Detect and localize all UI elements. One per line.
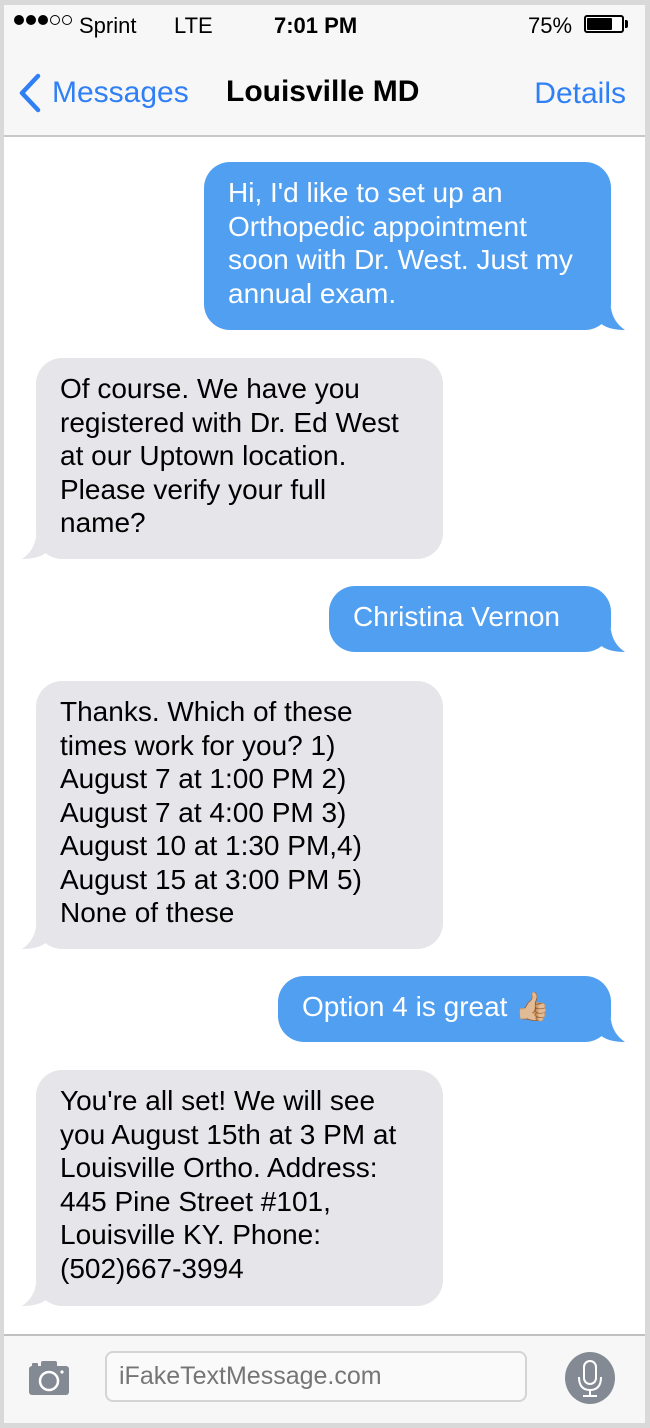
microphone-icon[interactable] <box>564 1351 616 1405</box>
message-text: Option 4 is great 👍🏼 <box>302 991 551 1022</box>
message-list: Hi, I'd like to set up an Orthopedic app… <box>4 137 645 1333</box>
bubble-tail <box>599 630 625 652</box>
status-bar: Sprint LTE 7:01 PM 75% <box>4 5 645 47</box>
message-text: You're all set! We will see you August 1… <box>60 1085 397 1284</box>
conversation-title: Louisville MD <box>226 75 420 108</box>
details-button[interactable]: Details <box>534 77 626 111</box>
battery-percent: 75% <box>528 13 573 38</box>
navigation-bar: Messages Louisville MD Details <box>4 47 645 137</box>
back-label: Messages <box>52 76 189 109</box>
message-text: Of course. We have you registered with D… <box>60 373 399 538</box>
message-text: Thanks. Which of these times work for yo… <box>60 696 362 928</box>
compose-bar <box>4 1334 645 1423</box>
message-bubble-received: Of course. We have you registered with D… <box>22 358 443 559</box>
battery-icon <box>584 15 624 33</box>
bubble-tail <box>599 1020 625 1042</box>
message-text: Christina Vernon <box>353 601 561 632</box>
bubble-tail <box>22 927 48 949</box>
signal-strength-icon <box>14 15 74 25</box>
bubble-tail <box>599 308 625 330</box>
camera-icon[interactable] <box>28 1360 70 1396</box>
phone-screen: Sprint LTE 7:01 PM 75% Messages Louisvil… <box>4 5 645 1423</box>
carrier-name: Sprint <box>79 13 137 38</box>
battery-tip <box>625 20 628 28</box>
message-bubble-sent: Hi, I'd like to set up an Orthopedic app… <box>204 162 625 330</box>
network-type: LTE <box>174 13 213 38</box>
chevron-left-icon <box>19 73 41 113</box>
message-input[interactable] <box>105 1351 527 1402</box>
message-bubble-received: You're all set! We will see you August 1… <box>22 1070 443 1306</box>
bubble-tail <box>22 1284 48 1306</box>
message-text: Hi, I'd like to set up an Orthopedic app… <box>228 177 573 309</box>
back-button[interactable]: Messages <box>18 73 189 113</box>
message-bubble-sent: Christina Vernon <box>329 586 625 652</box>
message-bubble-received: Thanks. Which of these times work for yo… <box>22 681 443 949</box>
message-bubble-sent: Option 4 is great 👍🏼 <box>278 976 625 1042</box>
clock: 7:01 PM <box>274 13 358 38</box>
bubble-tail <box>22 537 48 559</box>
